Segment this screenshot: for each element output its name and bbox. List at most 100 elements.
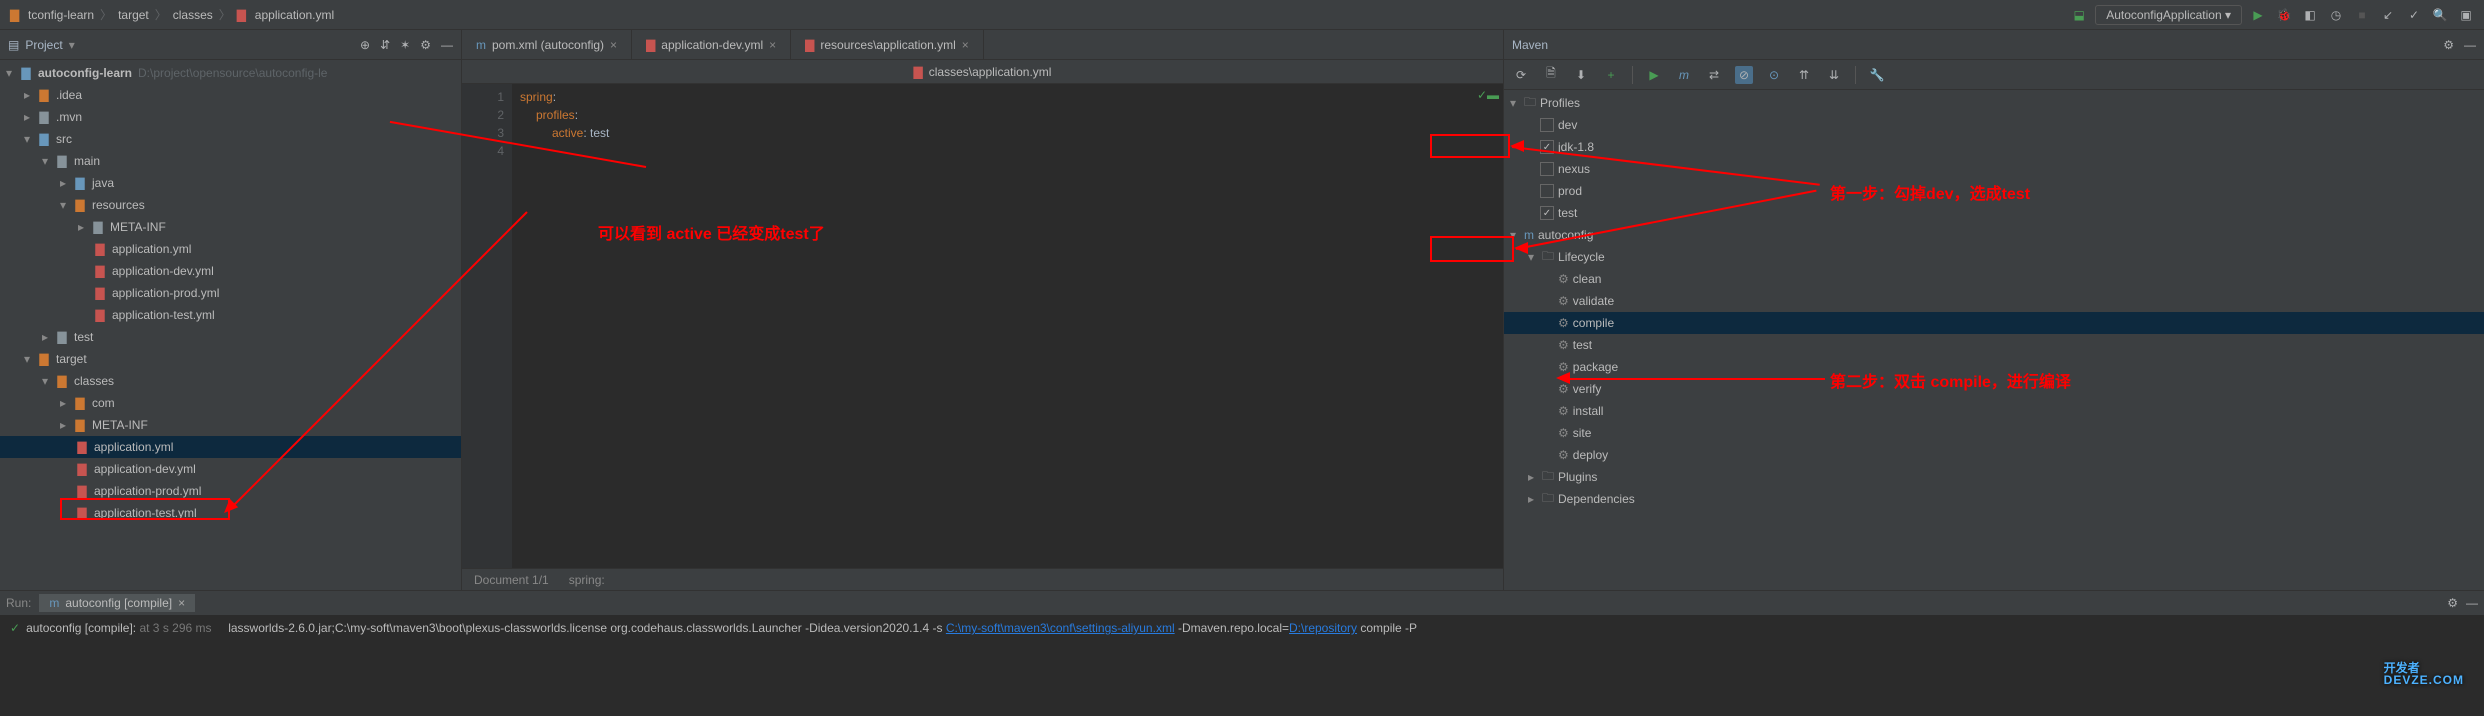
checkbox-checked[interactable] (1540, 140, 1554, 154)
console-link[interactable]: D:\repository (1289, 621, 1357, 635)
dropdown-icon[interactable]: ▾ (69, 38, 75, 52)
gear-icon[interactable]: ⚙ (2443, 38, 2454, 52)
expand-icon[interactable]: ⇊ (1825, 66, 1843, 84)
skip-tests-icon[interactable]: ⊘ (1735, 66, 1753, 84)
git-commit-icon[interactable]: ✓ (2404, 5, 2424, 25)
run-console[interactable]: ✓ autoconfig [compile]: at 3 s 296 ms la… (0, 615, 2484, 716)
maven-deps-node[interactable]: ▸🗀Dependencies (1504, 488, 2484, 510)
maven-goal-install[interactable]: ⚙install (1504, 400, 2484, 422)
close-icon[interactable]: × (610, 38, 617, 52)
run-icon[interactable]: ▶ (1645, 66, 1663, 84)
breadcrumb-item[interactable]: classes (169, 8, 217, 22)
tree-file[interactable]: ▇application.yml (0, 238, 461, 260)
tree-file-selected[interactable]: ▇application.yml (0, 436, 461, 458)
settings-icon[interactable]: ▣ (2456, 5, 2476, 25)
hide-icon[interactable]: — (2466, 596, 2478, 610)
select-opened-icon[interactable]: ⊕ (360, 38, 370, 52)
checkbox-unchecked[interactable] (1540, 184, 1554, 198)
tree-file[interactable]: ▇application-prod.yml (0, 480, 461, 502)
build-icon[interactable]: ⬓ (2069, 5, 2089, 25)
download-icon[interactable]: ⬇ (1572, 66, 1590, 84)
gear-icon[interactable]: ⚙ (2447, 596, 2458, 610)
tree-folder[interactable]: ▸▇.idea (0, 84, 461, 106)
close-icon[interactable]: × (178, 596, 185, 610)
tree-file[interactable]: ▇application-test.yml (0, 304, 461, 326)
run-tab[interactable]: mautoconfig [compile]× (39, 594, 195, 612)
maven-profiles-node[interactable]: ▾🗀Profiles (1504, 92, 2484, 114)
search-icon[interactable]: 🔍 (2430, 5, 2450, 25)
breadcrumb-item[interactable]: ▇application.yml (233, 8, 338, 22)
editor-code[interactable]: spring: profiles: active: test (512, 84, 1503, 568)
toggle-offline-icon[interactable]: ⇄ (1705, 66, 1723, 84)
tree-file[interactable]: ▇application-dev.yml (0, 458, 461, 480)
maven-plugins-node[interactable]: ▸🗀Plugins (1504, 466, 2484, 488)
tree-folder[interactable]: ▸▇META-INF (0, 414, 461, 436)
tree-folder[interactable]: ▸▇test (0, 326, 461, 348)
debug-icon[interactable]: 🐞 (2274, 5, 2294, 25)
stop-icon[interactable]: ■ (2352, 5, 2372, 25)
breadcrumb-item[interactable]: target (114, 8, 153, 22)
maven-profile-jdk[interactable]: jdk-1.8 (1504, 136, 2484, 158)
execute-goal-icon[interactable]: m (1675, 66, 1693, 84)
maven-goal-validate[interactable]: ⚙validate (1504, 290, 2484, 312)
project-title: Project (25, 38, 62, 52)
maven-module-node[interactable]: ▾mautoconfig (1504, 224, 2484, 246)
collapse-all-icon[interactable]: ✶ (400, 38, 410, 52)
gear-icon[interactable]: ⚙ (420, 38, 431, 52)
breadcrumb-item[interactable]: ▇tconfig-learn (6, 8, 98, 22)
tree-folder[interactable]: ▸▇com (0, 392, 461, 414)
checkbox-unchecked[interactable] (1540, 162, 1554, 176)
maven-goal-deploy[interactable]: ⚙deploy (1504, 444, 2484, 466)
run-icon[interactable]: ▶ (2248, 5, 2268, 25)
tree-file[interactable]: ▇application-test.yml (0, 502, 461, 524)
maven-tree[interactable]: ▾🗀Profiles dev jdk-1.8 nexus prod test ▾… (1504, 90, 2484, 590)
tree-file[interactable]: ▇application-dev.yml (0, 260, 461, 282)
tree-folder[interactable]: ▸▇java (0, 172, 461, 194)
maven-profile-test[interactable]: test (1504, 202, 2484, 224)
status-ok-icon: ✓ (10, 621, 20, 635)
tree-folder[interactable]: ▾▇src (0, 128, 461, 150)
close-icon[interactable]: × (962, 38, 969, 52)
maven-goal-package[interactable]: ⚙package (1504, 356, 2484, 378)
generate-sources-icon[interactable]: 🗎 (1542, 66, 1560, 84)
add-icon[interactable]: + (1602, 66, 1620, 84)
tree-project-root[interactable]: ▾▇autoconfig-learnD:\project\opensource\… (0, 62, 461, 84)
show-deps-icon[interactable]: ⊙ (1765, 66, 1783, 84)
hide-icon[interactable]: — (441, 38, 453, 52)
git-update-icon[interactable]: ↙ (2378, 5, 2398, 25)
checkbox-checked[interactable] (1540, 206, 1554, 220)
tree-folder[interactable]: ▾▇classes (0, 370, 461, 392)
maven-goal-test[interactable]: ⚙test (1504, 334, 2484, 356)
editor-tab[interactable]: mpom.xml (autoconfig)× (462, 30, 632, 59)
profile-icon[interactable]: ◷ (2326, 5, 2346, 25)
maven-profile-dev[interactable]: dev (1504, 114, 2484, 136)
coverage-icon[interactable]: ◧ (2300, 5, 2320, 25)
reimport-icon[interactable]: ⟳ (1512, 66, 1530, 84)
maven-profile-prod[interactable]: prod (1504, 180, 2484, 202)
tree-folder[interactable]: ▸▇META-INF (0, 216, 461, 238)
tree-folder[interactable]: ▾▇main (0, 150, 461, 172)
tree-folder[interactable]: ▸▇.mvn (0, 106, 461, 128)
collapse-icon[interactable]: ⇈ (1795, 66, 1813, 84)
maven-lifecycle-node[interactable]: ▾🗀Lifecycle (1504, 246, 2484, 268)
run-config-selector[interactable]: AutoconfigApplication ▾ (2095, 5, 2242, 25)
maven-goal-clean[interactable]: ⚙clean (1504, 268, 2484, 290)
hide-icon[interactable]: — (2464, 38, 2476, 52)
tree-folder[interactable]: ▾▇target (0, 348, 461, 370)
editor-tab[interactable]: ▇resources\application.yml× (791, 30, 984, 59)
tree-file[interactable]: ▇application-prod.yml (0, 282, 461, 304)
maven-profile-nexus[interactable]: nexus (1504, 158, 2484, 180)
project-tree[interactable]: ▾▇autoconfig-learnD:\project\opensource\… (0, 60, 461, 590)
maven-goal-compile[interactable]: ⚙compile (1504, 312, 2484, 334)
checkbox-unchecked[interactable] (1540, 118, 1554, 132)
maven-goal-site[interactable]: ⚙site (1504, 422, 2484, 444)
inspection-indicator-icon[interactable]: ✓▬ (1477, 88, 1499, 102)
settings-icon[interactable]: 🔧 (1868, 66, 1886, 84)
editor-gutter[interactable]: 1 2 3 4 (462, 84, 512, 568)
editor-tab[interactable]: ▇application-dev.yml× (632, 30, 791, 59)
tree-folder[interactable]: ▾▇resources (0, 194, 461, 216)
expand-all-icon[interactable]: ⇵ (380, 38, 390, 52)
console-link[interactable]: C:\my-soft\maven3\conf\settings-aliyun.x… (946, 621, 1175, 635)
close-icon[interactable]: × (769, 38, 776, 52)
maven-goal-verify[interactable]: ⚙verify (1504, 378, 2484, 400)
